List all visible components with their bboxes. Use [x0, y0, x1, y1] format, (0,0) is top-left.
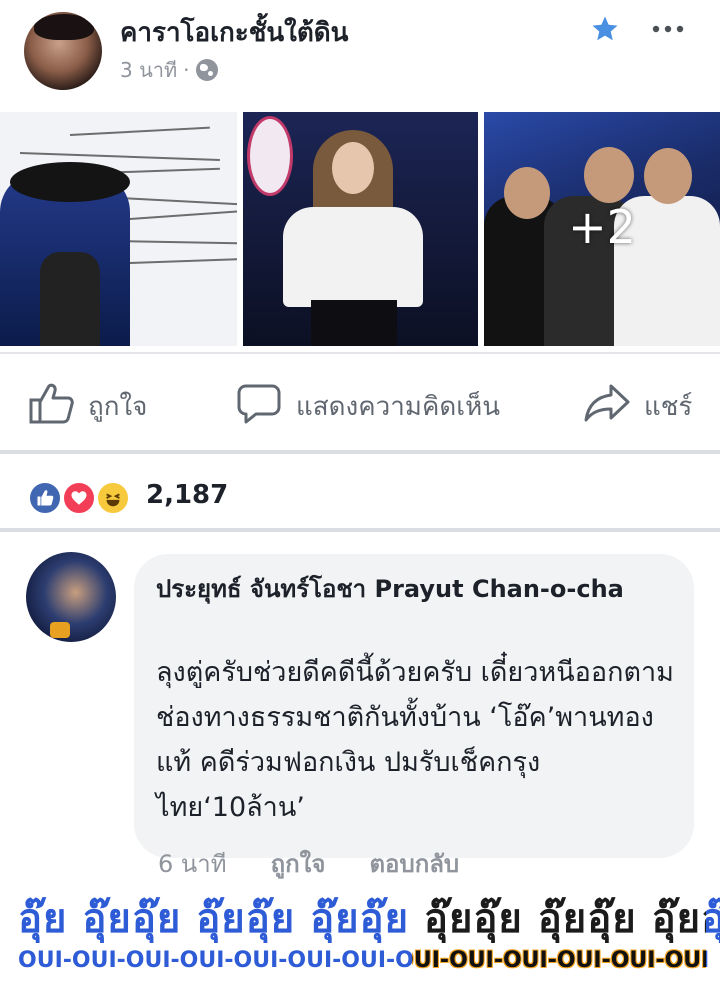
share-label: แชร์ [644, 392, 693, 422]
divider [0, 352, 720, 354]
comment-text: ลุงตู่ครับช่วยดีคดีนี้ด้วยครับ เดี๋ยวหนี… [156, 657, 674, 823]
caption-thai-highlight: อุ๊ย อุ๊ยอุ๊ย อุ๊ยอุ๊ย อุ๊ยอุ๊ย อุ๊ยอุ๊ย… [412, 896, 706, 942]
commenter-avatar[interactable] [26, 552, 116, 642]
comment-like-link[interactable]: ถูกใจ [271, 844, 326, 883]
comment-meta: 6 นาที ถูกใจ ตอบกลับ [158, 844, 459, 883]
post-meta: 3 นาที · [120, 54, 218, 86]
comment-button[interactable]: แสดงความคิดเห็น [236, 382, 500, 431]
star-icon[interactable] [590, 14, 620, 44]
more-icon[interactable] [648, 14, 688, 44]
like-reaction-icon [28, 481, 62, 515]
photo-2[interactable] [243, 112, 478, 346]
comment-time[interactable]: 6 นาที [158, 844, 227, 883]
photo-1[interactable] [0, 112, 237, 346]
post-time[interactable]: 3 นาที [120, 54, 177, 86]
photo-grid: +2 [0, 112, 720, 350]
post-header: คาราโอเกะชั้นใต้ดิน 3 นาที · [0, 0, 720, 112]
comment-bubble: ประยุทธ์ จันทร์โอชา Prayut Chan-o-cha ลุ… [134, 554, 694, 858]
photo-3[interactable]: +2 [484, 112, 720, 346]
comment-reply-link[interactable]: ตอบกลับ [369, 844, 459, 883]
haha-reaction-icon [96, 481, 130, 515]
speech-bubble-icon [236, 382, 282, 431]
comment-label: แสดงความคิดเห็น [296, 392, 501, 422]
page-avatar[interactable] [24, 12, 102, 90]
like-button[interactable]: ถูกใจ [28, 382, 147, 431]
love-reaction-icon [62, 481, 96, 515]
karaoke-caption: อุ๊ย อุ๊ยอุ๊ย อุ๊ยอุ๊ย อุ๊ยอุ๊ย อุ๊ยอุ๊ย… [0, 886, 720, 999]
divider [0, 450, 720, 454]
meta-separator: · [183, 58, 190, 82]
reaction-count[interactable]: 2,187 [146, 480, 228, 510]
caption-highlight: อุ๊ย อุ๊ยอุ๊ย อุ๊ยอุ๊ย อุ๊ยอุ๊ย อุ๊ยอุ๊ย… [412, 886, 706, 986]
comment-author[interactable]: ประยุทธ์ จันทร์โอชา Prayut Chan-o-cha [156, 568, 676, 610]
like-label: ถูกใจ [88, 392, 148, 422]
caption-latin-highlight: OUI-OUI-OUI-OUI-OUI-OUI-OUI-OUI-OUI-OUI-… [412, 948, 706, 973]
share-button[interactable]: แชร์ [584, 382, 692, 431]
globe-icon [195, 59, 218, 81]
page-name[interactable]: คาราโอเกะชั้นใต้ดิน [120, 12, 348, 53]
more-photos-count[interactable]: +2 [484, 200, 720, 254]
share-arrow-icon [584, 382, 630, 431]
thumbs-up-icon [28, 382, 74, 431]
reactions-summary[interactable]: 2,187 [0, 455, 720, 530]
action-bar: ถูกใจ แสดงความคิดเห็น แชร์ [0, 360, 720, 448]
